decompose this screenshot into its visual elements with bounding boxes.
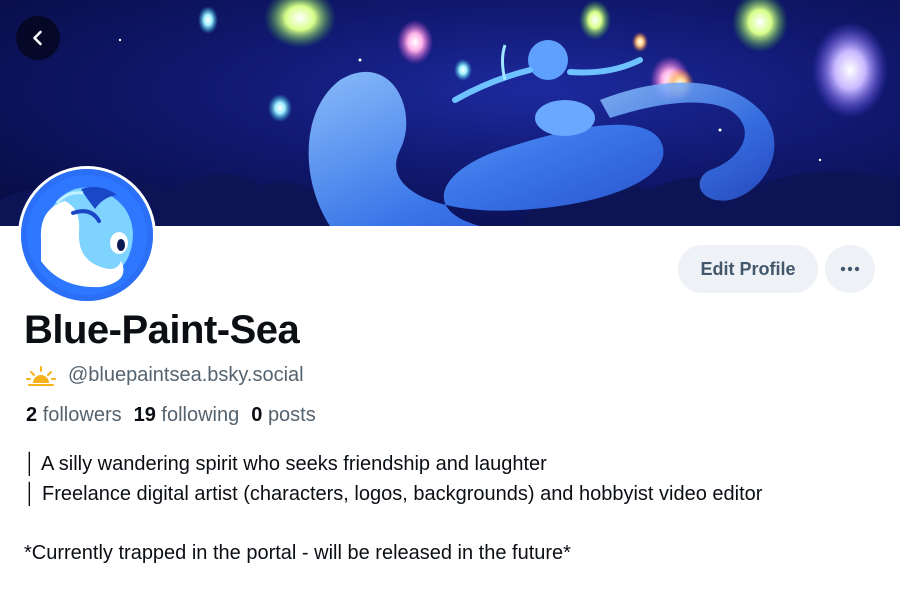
- bio-spacer: [24, 509, 864, 539]
- bio-line: │ Freelance digital artist (characters, …: [24, 482, 763, 505]
- followers-label: followers: [42, 404, 122, 426]
- following-link[interactable]: 19 following: [134, 404, 240, 427]
- bio-line: │ A silly wandering spirit who seeks fri…: [24, 453, 547, 475]
- profile-stats: 2 followers 19 following 0 posts: [26, 404, 316, 427]
- more-horizontal-icon: [840, 266, 860, 272]
- chevron-left-icon: [33, 30, 42, 46]
- avatar[interactable]: [18, 166, 156, 304]
- more-options-button[interactable]: [825, 245, 875, 293]
- posts-stat: 0 posts: [251, 404, 316, 427]
- back-button[interactable]: [16, 16, 60, 60]
- followers-link[interactable]: 2 followers: [26, 404, 122, 427]
- avatar-artwork: [21, 169, 153, 301]
- bio-line: *Currently trapped in the portal - will …: [24, 541, 571, 564]
- following-label: following: [161, 404, 240, 426]
- profile-bio: │ A silly wandering spirit who seeks fri…: [24, 450, 864, 568]
- posts-count: 0: [251, 404, 263, 426]
- display-name: Blue-Paint-Sea: [24, 308, 300, 352]
- followers-count: 2: [26, 404, 38, 426]
- handle-row: @bluepaintsea.bsky.social: [26, 364, 304, 387]
- edit-profile-button[interactable]: Edit Profile: [678, 245, 818, 293]
- following-count: 19: [133, 404, 156, 426]
- sun-icon: [26, 365, 56, 386]
- edit-profile-label: Edit Profile: [700, 258, 796, 279]
- profile-handle: @bluepaintsea.bsky.social: [68, 364, 304, 386]
- posts-label: posts: [267, 404, 316, 426]
